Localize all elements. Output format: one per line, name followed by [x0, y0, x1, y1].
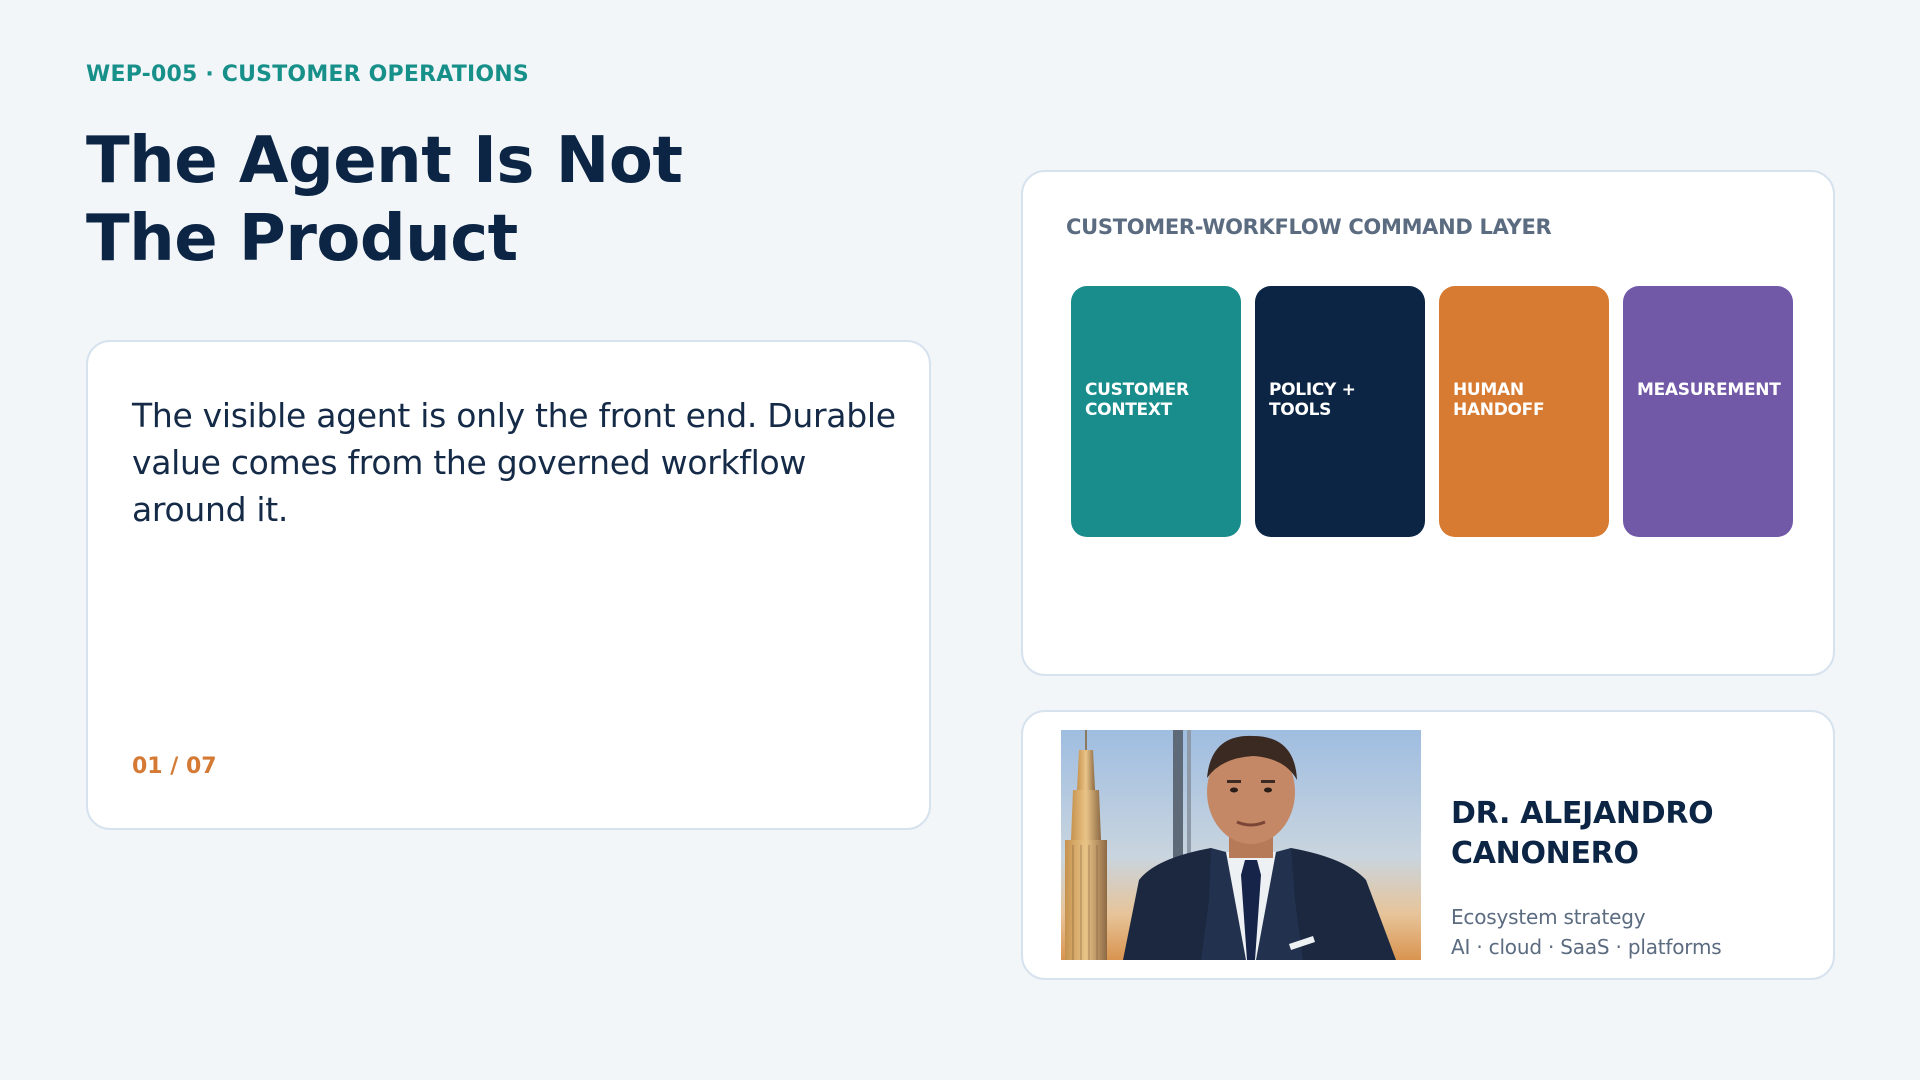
slide-counter: 01 / 07 — [132, 754, 217, 779]
tile-measurement: MEASUREMENT — [1623, 286, 1793, 537]
tile-label-line: HANDOFF — [1453, 400, 1545, 420]
speaker-topics: AI · cloud · SaaS · platforms — [1451, 935, 1722, 959]
quote-text: The visible agent is only the front end.… — [132, 396, 896, 529]
command-layer-card: CUSTOMER-WORKFLOW COMMAND LAYER CUSTOMER… — [1021, 170, 1835, 676]
tile-label-line: CUSTOMER — [1085, 380, 1189, 400]
tile-customer-context: CUSTOMER CONTEXT — [1071, 286, 1241, 537]
page-title-line-1: The Agent Is Not — [86, 124, 683, 198]
command-layer-heading: CUSTOMER-WORKFLOW COMMAND LAYER — [1066, 215, 1552, 239]
speaker-photo — [1061, 730, 1421, 960]
speaker-portrait-illustration — [1061, 730, 1421, 960]
section-eyebrow: WEP-005 · CUSTOMER OPERATIONS — [86, 62, 529, 87]
speaker-name-line: CANONERO — [1451, 836, 1639, 871]
speaker-role: Ecosystem strategy — [1451, 905, 1646, 929]
speaker-name-line: DR. ALEJANDRO — [1451, 796, 1714, 831]
speaker-name: DR. ALEJANDRO CANONERO — [1451, 794, 1811, 874]
tile-label-line: CONTEXT — [1085, 400, 1172, 420]
tile-label-line: MEASUREMENT — [1637, 380, 1781, 400]
page-title: The Agent Is Not The Product — [86, 122, 683, 278]
page-title-line-2: The Product — [86, 202, 518, 276]
speaker-meta: Ecosystem strategy AI · cloud · SaaS · p… — [1451, 902, 1821, 962]
quote-card: The visible agent is only the front end.… — [86, 340, 931, 830]
speaker-card: DR. ALEJANDRO CANONERO Ecosystem strateg… — [1021, 710, 1835, 980]
tile-label-line: TOOLS — [1269, 400, 1332, 420]
tile-label-line: HUMAN — [1453, 380, 1524, 400]
tile-human-handoff: HUMAN HANDOFF — [1439, 286, 1609, 537]
tile-policy-tools: POLICY + TOOLS — [1255, 286, 1425, 537]
tile-label-line: POLICY + — [1269, 380, 1356, 400]
